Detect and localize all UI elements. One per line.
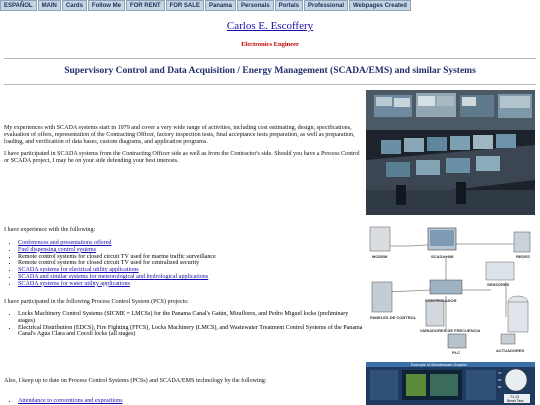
experience-text: Remote control systems for closed circui…	[18, 260, 200, 267]
intro-paragraph-2: I have participated in SCADA systems fro…	[4, 151, 360, 165]
label-sensores: SENSORES	[487, 282, 510, 287]
control-room-photo	[366, 90, 535, 215]
nav-tab-main[interactable]: MAIN	[37, 0, 61, 11]
label-scada-hmi: SCADA HMI	[431, 254, 454, 259]
experience-link[interactable]: SCADA systems for electrical utility app…	[18, 267, 139, 273]
nav-tab-for-rent[interactable]: FOR RENT	[125, 0, 165, 11]
nav-tab-follow-me[interactable]: Follow Me	[87, 0, 125, 11]
page-heading: Supervisory Control and Data Acquisition…	[64, 66, 476, 76]
sensors-icon	[485, 261, 515, 281]
nav-tab-portals[interactable]: Portals	[274, 0, 303, 11]
experience-lead: I have experience with the following:	[4, 227, 96, 233]
label-redes: REDES	[516, 254, 530, 259]
experience-text: Remote control systems for closed circui…	[18, 253, 216, 260]
experience-item: Fuel dispensing control systems	[18, 247, 364, 254]
experience-item: Conferences and presentations offered	[18, 240, 364, 247]
pcs-item: Electrical Distribution (EDCS), Fire Fig…	[18, 325, 364, 339]
nav-tab-webpages-created[interactable]: Webpages Created	[349, 0, 411, 11]
label-plc: PLC	[452, 350, 460, 355]
closing-list: Attendance to conventions and exposition…	[4, 398, 364, 405]
nav-tab-cards[interactable]: Cards	[61, 0, 87, 11]
experience-list: Conferences and presentations offeredFue…	[4, 240, 364, 288]
divider	[4, 58, 536, 59]
top-navigation-bar: ESPAÑOL MAIN Cards Follow Me FOR RENT FOR SAL…	[0, 0, 412, 11]
tick-60: 60	[498, 378, 502, 382]
tick-70: 70	[498, 371, 502, 375]
experience-item: SCADA systems for water utility applicat…	[18, 281, 364, 288]
pcs-item: Locks Machinery Control Systems (SICME =…	[18, 311, 364, 325]
gauge-subtitle: Bench Tank	[507, 399, 524, 403]
plc-icon	[447, 333, 467, 349]
experience-item: SCADA systems for electrical utility app…	[18, 267, 364, 274]
network-icon	[513, 231, 531, 253]
closing-paragraph: Also, I keep up to date on Process Contr…	[4, 378, 267, 384]
experience-link[interactable]: Conferences and presentations offered	[18, 240, 111, 246]
nav-tab-panama[interactable]: Panama	[204, 0, 236, 11]
wonderware-graphic: Example of Wonderware Graphic 71.11 Benc…	[366, 362, 535, 405]
label-modem: MODEM	[372, 254, 388, 259]
pcs-list: Locks Machinery Control Systems (SICME =…	[4, 311, 364, 338]
label-actuadores: ACTUADORES	[496, 348, 525, 353]
experience-link[interactable]: SCADA systems for water utility applicat…	[18, 281, 130, 287]
nav-tab-espa-ol[interactable]: ESPAÑOL	[0, 0, 37, 11]
experience-link[interactable]: Fuel dispensing control systems	[18, 247, 96, 253]
author-title: Electronics Engineer	[241, 41, 299, 48]
label-variadores: VARIADORES DE FRECUENCIA	[420, 328, 480, 333]
nav-tab-professional[interactable]: Professional	[303, 0, 348, 11]
author-name-link[interactable]: Carlos E. Escoffery	[0, 20, 540, 32]
closing-item: Attendance to conventions and exposition…	[18, 398, 364, 405]
process-control-diagram: MODEM SCADA HMI REDES SENSORES CONTROLAD…	[366, 222, 535, 358]
tick-50: 50	[498, 385, 502, 389]
experience-item: SCADA and similar systems for meteorolog…	[18, 274, 364, 281]
closing-link[interactable]: Attendance to conventions and exposition…	[18, 398, 123, 404]
experience-link[interactable]: SCADA and similar systems for meteorolog…	[18, 274, 208, 280]
pcs-lead: I have participated in the following Pro…	[4, 299, 189, 305]
label-controlador: CONTROLADOR	[425, 298, 457, 303]
label-paneles: PANELES DE CONTROL	[370, 315, 417, 320]
intro-paragraph-1: My experiences with SCADA systems start …	[4, 125, 355, 145]
control-panels-icon	[371, 281, 393, 313]
actuators-icon	[500, 333, 516, 345]
vfd-icon	[425, 299, 445, 327]
nav-tab-personals[interactable]: Personals	[236, 0, 274, 11]
gauge-icon	[504, 368, 528, 392]
tank-icon	[507, 301, 529, 333]
modem-icon	[369, 226, 391, 252]
intro-section: My experiences with SCADA systems start …	[4, 125, 360, 165]
screen-title: Example of Wonderware Graphic	[411, 363, 467, 367]
nav-tab-for-sale[interactable]: FOR SALE	[165, 0, 204, 11]
controller-icon	[429, 279, 463, 295]
divider	[4, 84, 536, 85]
